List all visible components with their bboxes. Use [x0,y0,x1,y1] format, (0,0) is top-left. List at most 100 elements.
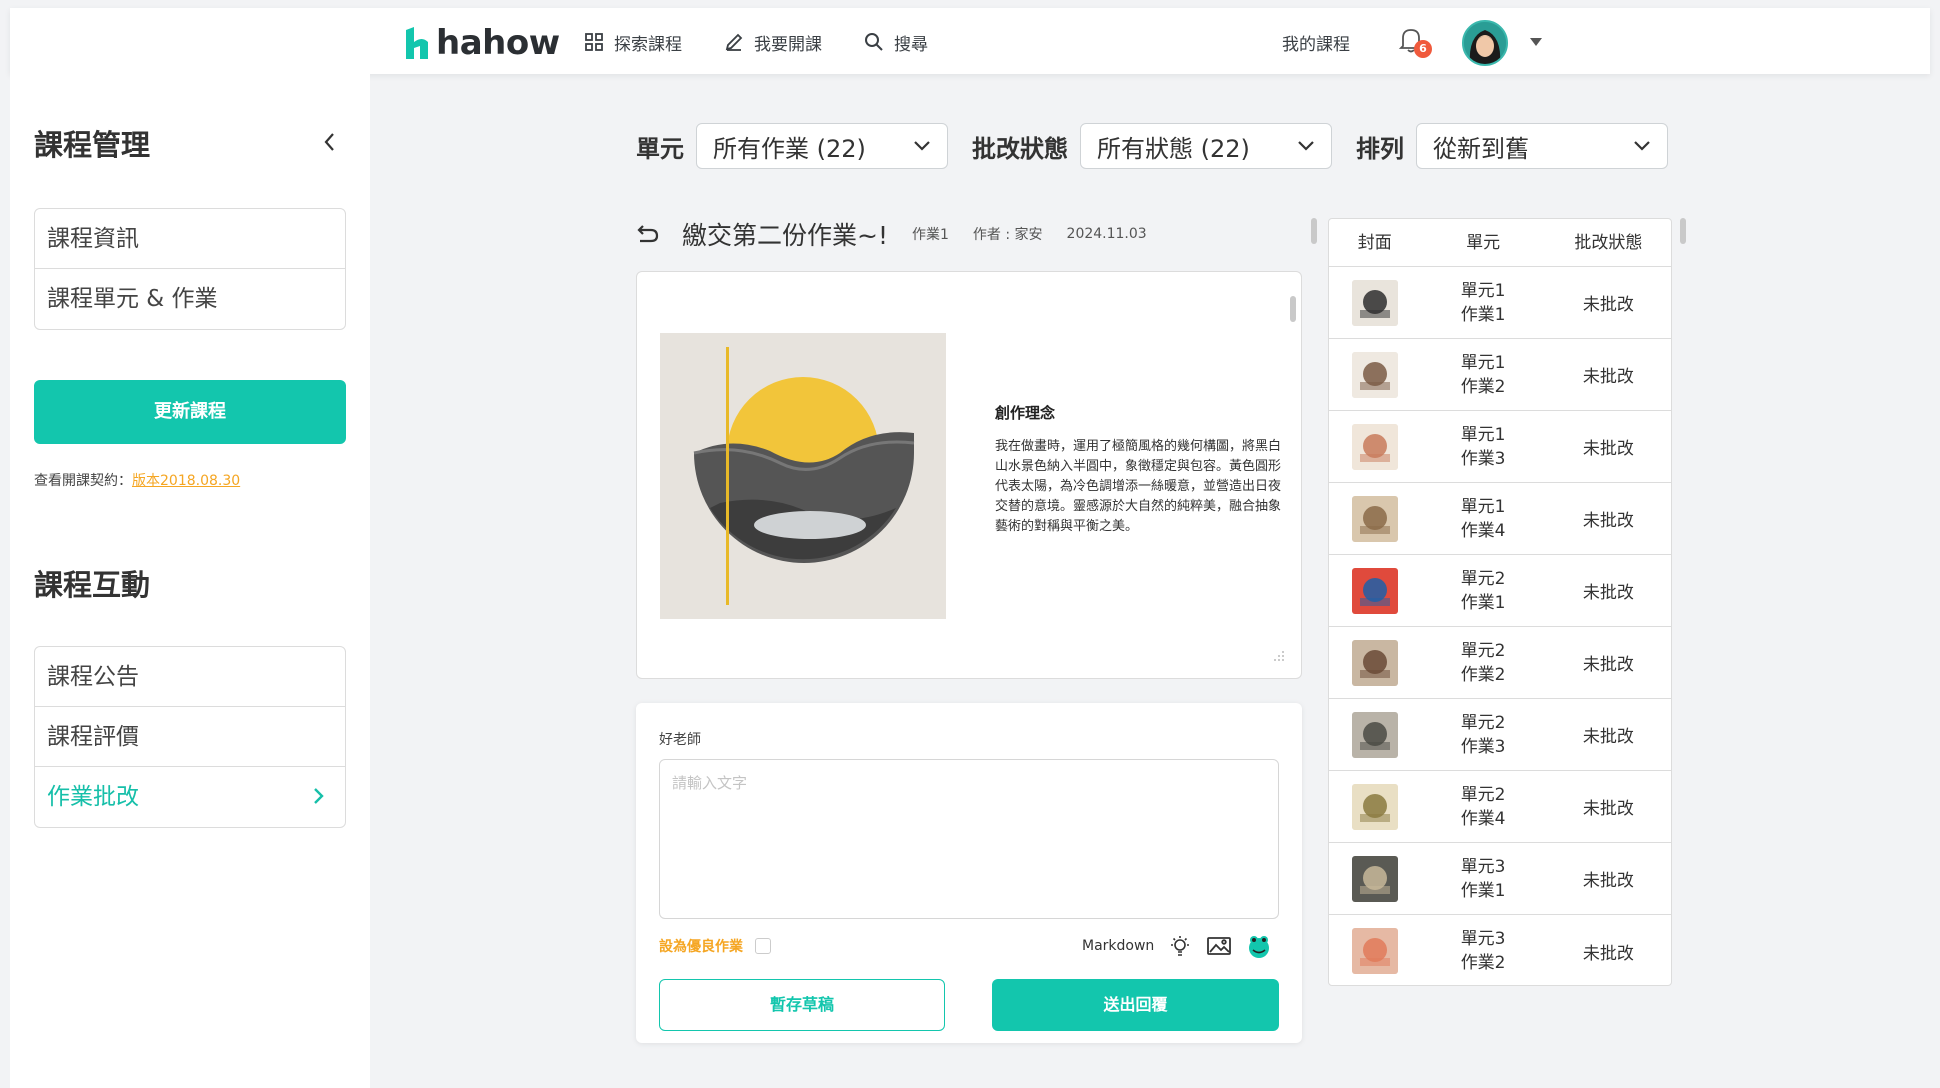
sidebar-item-announcements[interactable]: 課程公告 [35,647,345,707]
unit-cell: 單元2 作業1 [1420,567,1545,615]
homework-date: 2024.11.03 [1066,226,1147,242]
status-filter-value: 所有狀態 (22) [1097,134,1250,163]
chevron-down-icon [914,141,930,151]
nav-explore-courses[interactable]: 探索課程 [584,28,682,56]
unit-name: 單元1 [1460,424,1506,445]
table-row[interactable]: 單元2 作業1 未批改 [1329,555,1671,627]
unit-name: 單元1 [1460,352,1506,373]
concept-heading: 創作理念 [995,404,1056,422]
nav-search[interactable]: 搜尋 [864,28,928,56]
hahow-logo[interactable]: hahow [404,23,560,63]
homework-thumbnail [1351,279,1398,326]
hahow-logo-icon [406,27,428,59]
sidebar-item-units-homework[interactable]: 課程單元 & 作業 [35,269,345,329]
unit-cell: 單元2 作業3 [1420,711,1545,759]
status-cell: 未批改 [1582,871,1634,891]
notification-bell[interactable]: 6 [1398,26,1432,60]
unit-name: 單元2 [1460,568,1506,589]
main-scrollbar[interactable] [1311,218,1317,244]
table-row[interactable]: 單元2 作業3 未批改 [1329,699,1671,771]
work-name: 作業2 [1460,664,1506,685]
nav-teach[interactable]: 我要開課 [724,28,822,56]
mark-excellent-checkbox[interactable] [755,938,771,954]
table-row[interactable]: 單元2 作業2 未批改 [1329,627,1671,699]
status-filter-label: 批改狀態 [972,134,1068,163]
sidebar-item-homework-grading[interactable]: 作業批改 [35,767,345,827]
table-row[interactable]: 單元1 作業1 未批改 [1329,267,1671,339]
resize-handle-icon[interactable] [1273,650,1285,662]
table-row[interactable]: 單元2 作業4 未批改 [1329,771,1671,843]
table-body: 單元1 作業1 未批改 單元1 作業2 未批改 單元1 作業3 未批改 單元1 作業4 未批改 單元2 作… [1329,267,1671,985]
work-name: 作業2 [1460,376,1506,397]
account-dropdown-caret[interactable] [1530,38,1542,46]
table-row[interactable]: 單元3 作業2 未批改 [1329,915,1671,985]
status-cell: 未批改 [1582,439,1634,459]
reply-textarea[interactable] [659,759,1279,919]
cover-cell [1329,351,1420,398]
table-row[interactable]: 單元1 作業2 未批改 [1329,339,1671,411]
unit-cell: 單元3 作業1 [1420,855,1545,903]
header-status: 批改狀態 [1574,233,1643,253]
homework-assignment: 作業1 [911,227,949,243]
homework-thumbnail [1351,567,1398,614]
image-upload-icon[interactable] [1206,935,1232,957]
status-cell: 未批改 [1582,295,1634,315]
content-scrollbar[interactable] [1290,296,1296,322]
sidebar-item-course-info[interactable]: 課程資訊 [35,209,345,269]
sidebar-item-label: 課程單元 & 作業 [47,286,218,312]
cover-cell [1329,567,1420,614]
homework-thumbnail [1351,783,1398,830]
course-interaction-title: 課程互動 [34,568,151,602]
sort-label: 排列 [1356,134,1404,163]
work-name: 作業1 [1460,880,1506,901]
work-name: 作業1 [1460,304,1506,325]
reply-toolbar: Markdown [1082,933,1272,959]
reply-card: 好老師 設為優良作業 Markdown 暫存草稿 送出回覆 [636,703,1302,1043]
table-row[interactable]: 單元3 作業1 未批改 [1329,843,1671,915]
status-cell: 未批改 [1582,655,1634,675]
work-name: 作業3 [1460,736,1506,757]
course-management-menu: 課程資訊 課程單元 & 作業 [34,208,346,330]
table-scrollbar[interactable] [1680,218,1686,244]
save-draft-button[interactable]: 暫存草稿 [659,979,945,1031]
user-avatar[interactable] [1462,20,1508,66]
concept-text: 我在做畫時，運用了極簡風格的幾何構圖，將黑白山水景色納入半圓中，象徵穩定與包容。… [995,439,1282,534]
unit-filter-select[interactable]: 所有作業 (22) [696,123,948,169]
homework-artwork-image [660,333,946,619]
unit-cell: 單元1 作業4 [1420,495,1545,543]
unit-name: 單元1 [1460,496,1506,517]
table-row[interactable]: 單元1 作業3 未批改 [1329,411,1671,483]
status-cell: 未批改 [1582,583,1634,603]
chevron-left-icon[interactable] [318,130,342,154]
work-name: 作業1 [1460,592,1506,613]
chevron-down-icon [1298,141,1314,151]
unit-name: 單元2 [1460,712,1506,733]
table-row[interactable]: 單元1 作業4 未批改 [1329,483,1671,555]
back-arrow-icon[interactable] [636,223,660,245]
status-filter-select[interactable]: 所有狀態 (22) [1080,123,1332,169]
lightbulb-icon[interactable] [1168,934,1192,958]
grid-icon [585,33,603,51]
homework-thumbnail [1351,711,1398,758]
sidebar-item-label: 課程公告 [47,664,139,690]
unit-cell: 單元1 作業2 [1420,351,1545,399]
work-name: 作業4 [1460,520,1506,541]
sort-select[interactable]: 從新到舊 [1416,123,1668,169]
table-header: 封面 單元 批改狀態 [1329,219,1671,267]
header-unit: 單元 [1466,233,1501,253]
my-courses-link[interactable]: 我的課程 [1282,30,1350,55]
contract-line: 查看開課契約：版本2018.08.30 [34,470,240,490]
status-cell: 未批改 [1582,727,1634,747]
emoji-frog-icon[interactable] [1246,933,1272,959]
status-cell: 未批改 [1582,943,1634,964]
sidebar-item-reviews[interactable]: 課程評價 [35,707,345,767]
homework-author: 作者 : 家安 [972,227,1043,243]
unit-name: 單元3 [1460,929,1506,949]
cover-cell [1329,855,1420,902]
sidebar-item-label: 課程資訊 [47,226,139,252]
contract-version-link[interactable]: 版本2018.08.30 [132,473,240,489]
update-course-button[interactable]: 更新課程 [34,380,346,444]
send-reply-button[interactable]: 送出回覆 [992,979,1279,1031]
chevron-down-icon [1634,141,1650,151]
unit-cell: 單元3 作業2 [1420,927,1545,975]
